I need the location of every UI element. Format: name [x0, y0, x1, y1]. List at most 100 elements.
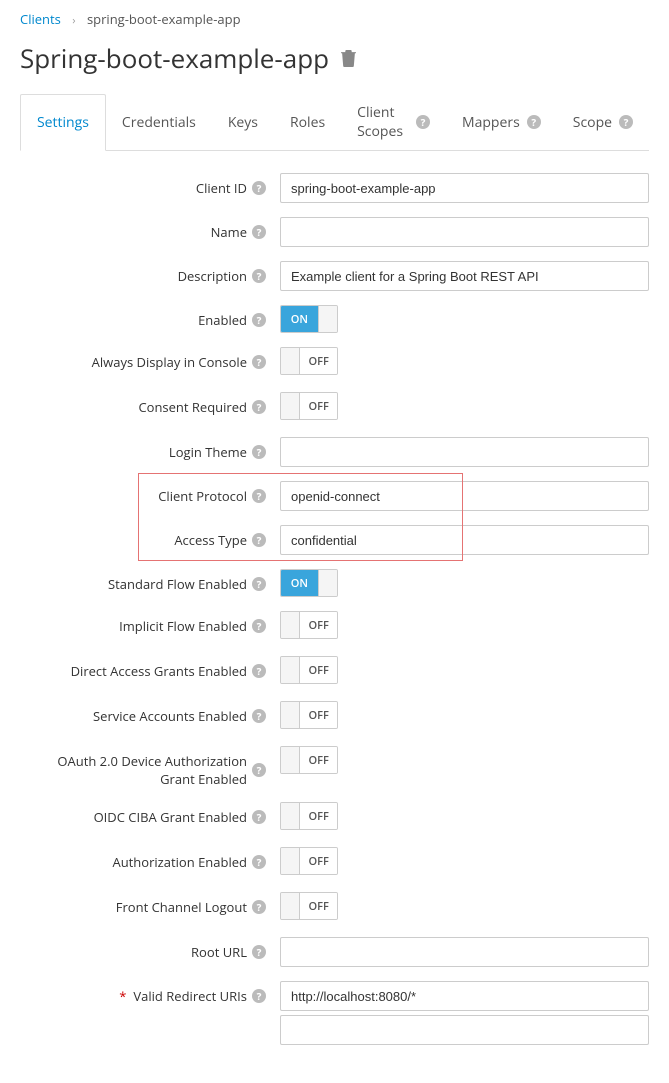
field-label-text: Root URL: [191, 943, 247, 961]
field-label: Name?: [20, 217, 280, 241]
tab-keys[interactable]: Keys: [212, 94, 274, 150]
tab-client-scopes[interactable]: Client Scopes?: [341, 94, 446, 150]
login-theme-select[interactable]: [280, 437, 649, 467]
help-icon[interactable]: ?: [252, 763, 266, 777]
redirect-uris-stack: [280, 981, 649, 1049]
help-icon[interactable]: ?: [416, 115, 430, 129]
toggle-knob: [318, 306, 337, 332]
access-type-select[interactable]: [280, 525, 649, 555]
help-icon[interactable]: ?: [252, 945, 266, 959]
field-label-text: Valid Redirect URIs: [133, 987, 247, 1005]
enabled-toggle[interactable]: ON: [280, 305, 338, 333]
help-icon[interactable]: ?: [252, 181, 266, 195]
toggle-off-label: OFF: [300, 657, 337, 683]
client-id-input[interactable]: [280, 173, 649, 203]
oauth2-device-toggle[interactable]: OFF: [280, 746, 338, 774]
always-display-toggle[interactable]: OFF: [280, 347, 338, 375]
help-icon[interactable]: ?: [252, 577, 266, 591]
tab-scope[interactable]: Scope?: [557, 94, 649, 150]
field-label: Authorization Enabled?: [20, 847, 280, 871]
form-control-col: [280, 981, 649, 1049]
help-icon[interactable]: ?: [252, 225, 266, 239]
redirect-uri-input-1[interactable]: [280, 1015, 649, 1045]
help-icon[interactable]: ?: [252, 664, 266, 678]
field-label-text: Authorization Enabled: [112, 853, 247, 871]
help-icon[interactable]: ?: [252, 855, 266, 869]
help-icon[interactable]: ?: [252, 533, 266, 547]
name-input[interactable]: [280, 217, 649, 247]
toggle-off-label: OFF: [300, 393, 337, 419]
toggle-off-label: OFF: [300, 702, 337, 728]
field-label: Access Type?: [20, 525, 280, 549]
form-control-col: [280, 173, 649, 203]
row-root-url: Root URL?: [20, 937, 649, 967]
toggle-knob: [281, 702, 300, 728]
tab-settings[interactable]: Settings: [20, 94, 106, 151]
toggle-knob: [281, 657, 300, 683]
form-control-col: OFF: [280, 392, 649, 423]
field-label-text: Access Type: [174, 531, 247, 549]
front-channel-logout-toggle[interactable]: OFF: [280, 892, 338, 920]
form-control-col: OFF: [280, 611, 649, 642]
row-oidc-ciba: OIDC CIBA Grant Enabled?OFF: [20, 802, 649, 833]
field-label-text: Always Display in Console: [92, 353, 247, 371]
tab-label: Mappers: [462, 113, 520, 132]
field-label: Service Accounts Enabled?: [20, 701, 280, 725]
direct-access-toggle[interactable]: OFF: [280, 656, 338, 684]
help-icon[interactable]: ?: [252, 489, 266, 503]
help-icon[interactable]: ?: [252, 269, 266, 283]
field-label: Enabled?: [20, 305, 280, 329]
row-oauth2-device: OAuth 2.0 Device Authorization Grant Ena…: [20, 746, 649, 788]
toggle-off-label: OFF: [300, 348, 337, 374]
breadcrumb-parent-link[interactable]: Clients: [20, 10, 61, 28]
help-icon[interactable]: ?: [252, 313, 266, 327]
required-asterisk: *: [119, 987, 126, 1005]
field-label-text: Standard Flow Enabled: [108, 575, 247, 593]
tab-label: Keys: [228, 113, 258, 132]
row-valid-redirect-uris: * Valid Redirect URIs?: [20, 981, 649, 1049]
toggle-knob: [281, 848, 300, 874]
help-icon[interactable]: ?: [252, 810, 266, 824]
standard-flow-toggle[interactable]: ON: [280, 569, 338, 597]
implicit-flow-toggle[interactable]: OFF: [280, 611, 338, 639]
row-standard-flow: Standard Flow Enabled?ON: [20, 569, 649, 597]
field-label: Always Display in Console?: [20, 347, 280, 371]
oidc-ciba-toggle[interactable]: OFF: [280, 802, 338, 830]
field-label: Consent Required?: [20, 392, 280, 416]
help-icon[interactable]: ?: [619, 115, 633, 129]
form-control-col: [280, 525, 649, 555]
tab-label: Scope: [573, 113, 612, 132]
row-authorization: Authorization Enabled?OFF: [20, 847, 649, 878]
client-protocol-select[interactable]: [280, 481, 649, 511]
row-consent-required: Consent Required? OFF: [20, 392, 649, 423]
help-icon[interactable]: ?: [252, 900, 266, 914]
tab-credentials[interactable]: Credentials: [106, 94, 212, 150]
tab-mappers[interactable]: Mappers?: [446, 94, 557, 150]
description-input[interactable]: [280, 261, 649, 291]
help-icon[interactable]: ?: [252, 709, 266, 723]
form-control-col: OFF: [280, 347, 649, 378]
root-url-input[interactable]: [280, 937, 649, 967]
help-icon[interactable]: ?: [252, 619, 266, 633]
field-label: Standard Flow Enabled?: [20, 569, 280, 593]
help-icon[interactable]: ?: [252, 445, 266, 459]
help-icon[interactable]: ?: [252, 400, 266, 414]
field-label-text: Implicit Flow Enabled: [119, 617, 247, 635]
consent-required-toggle[interactable]: OFF: [280, 392, 338, 420]
redirect-uri-input-0[interactable]: [280, 981, 649, 1011]
row-client-id: Client ID?: [20, 173, 649, 203]
service-accounts-toggle[interactable]: OFF: [280, 701, 338, 729]
tab-roles[interactable]: Roles: [274, 94, 341, 150]
field-label: Implicit Flow Enabled?: [20, 611, 280, 635]
toggle-knob: [281, 612, 300, 638]
row-login-theme: Login Theme?: [20, 437, 649, 467]
field-label: Client Protocol?: [20, 481, 280, 505]
breadcrumb-current: spring-boot-example-app: [87, 10, 241, 28]
authorization-toggle[interactable]: OFF: [280, 847, 338, 875]
form-control-col: [280, 217, 649, 247]
help-icon[interactable]: ?: [252, 355, 266, 369]
help-icon[interactable]: ?: [252, 989, 266, 1003]
help-icon[interactable]: ?: [527, 115, 541, 129]
trash-icon[interactable]: [341, 50, 356, 67]
row-enabled: Enabled?ON: [20, 305, 649, 333]
